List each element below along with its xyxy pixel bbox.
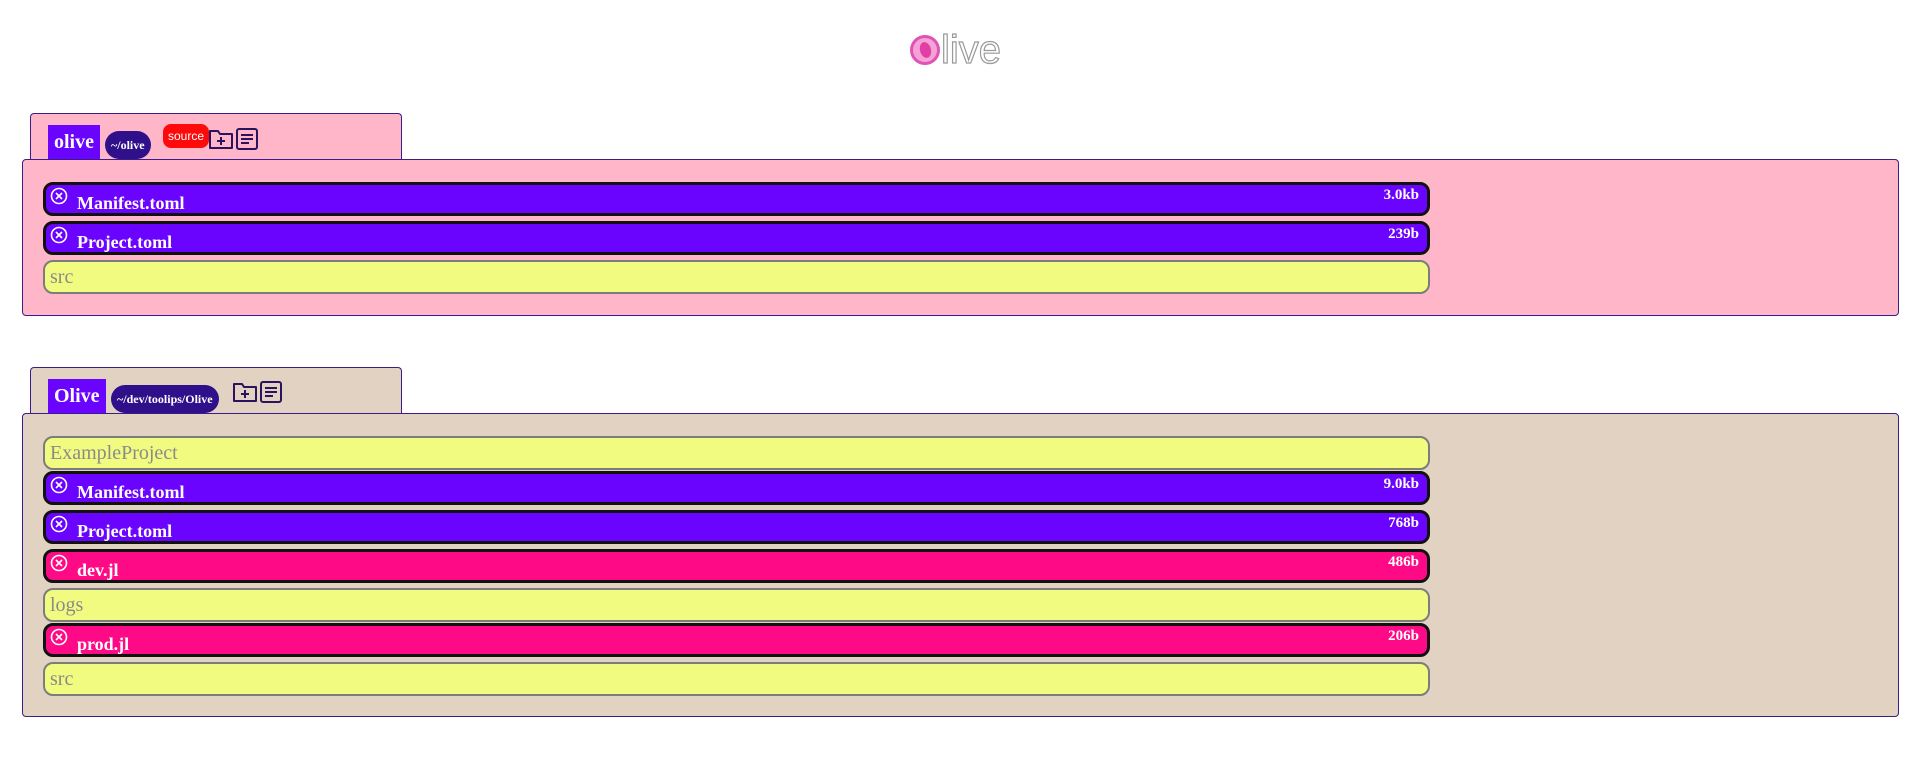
- file-row[interactable]: prod.jl 206b: [43, 623, 1430, 657]
- directory-row[interactable]: src: [43, 662, 1430, 696]
- close-icon[interactable]: [50, 187, 68, 205]
- file-size: 9.0kb: [1383, 476, 1419, 492]
- file-row[interactable]: Project.toml 239b: [43, 221, 1430, 255]
- file-size: 206b: [1388, 628, 1419, 644]
- file-size: 3.0kb: [1383, 187, 1419, 203]
- project-path: ~/dev/toolips/Olive: [111, 385, 219, 413]
- new-folder-icon[interactable]: [207, 125, 235, 153]
- source-badge[interactable]: source: [163, 124, 210, 148]
- close-icon[interactable]: [50, 554, 68, 572]
- project-body-Olive: ExampleProject Manifest.toml 9.0kb Proje…: [22, 413, 1899, 717]
- close-icon[interactable]: [50, 476, 68, 494]
- file-row[interactable]: dev.jl 486b: [43, 549, 1430, 583]
- project-header-Olive: Olive ~/dev/toolips/Olive: [30, 367, 402, 414]
- project-body-olive: Manifest.toml 3.0kb Project.toml 239b sr…: [22, 159, 1899, 316]
- project-name[interactable]: Olive: [48, 379, 106, 414]
- file-size: 239b: [1388, 226, 1419, 242]
- close-icon[interactable]: [50, 226, 68, 244]
- file-row[interactable]: Manifest.toml 9.0kb: [43, 471, 1430, 505]
- file-size: 768b: [1388, 515, 1419, 531]
- file-size: 486b: [1388, 554, 1419, 570]
- directory-row[interactable]: ExampleProject: [43, 436, 1430, 470]
- document-icon[interactable]: [233, 125, 261, 153]
- olive-logo-text: live: [940, 28, 1002, 72]
- project-path: ~/olive: [105, 131, 151, 159]
- file-name: dev.jl: [77, 560, 119, 580]
- close-icon[interactable]: [50, 628, 68, 646]
- directory-row[interactable]: logs: [43, 588, 1430, 622]
- file-row[interactable]: Project.toml 768b: [43, 510, 1430, 544]
- directory-row[interactable]: src: [43, 260, 1430, 294]
- file-name: prod.jl: [77, 634, 130, 654]
- project-header-olive: olive ~/olive source: [30, 113, 402, 160]
- project-name[interactable]: olive: [48, 125, 100, 160]
- close-icon[interactable]: [50, 515, 68, 533]
- file-name: Project.toml: [77, 232, 173, 252]
- file-name: Manifest.toml: [77, 482, 185, 502]
- file-name: Manifest.toml: [77, 193, 185, 213]
- new-folder-icon[interactable]: [231, 378, 259, 406]
- olive-logo-mark: [910, 35, 940, 65]
- file-name: Project.toml: [77, 521, 173, 541]
- olive-logo: live: [910, 25, 1002, 75]
- document-icon[interactable]: [257, 378, 285, 406]
- file-row[interactable]: Manifest.toml 3.0kb: [43, 182, 1430, 216]
